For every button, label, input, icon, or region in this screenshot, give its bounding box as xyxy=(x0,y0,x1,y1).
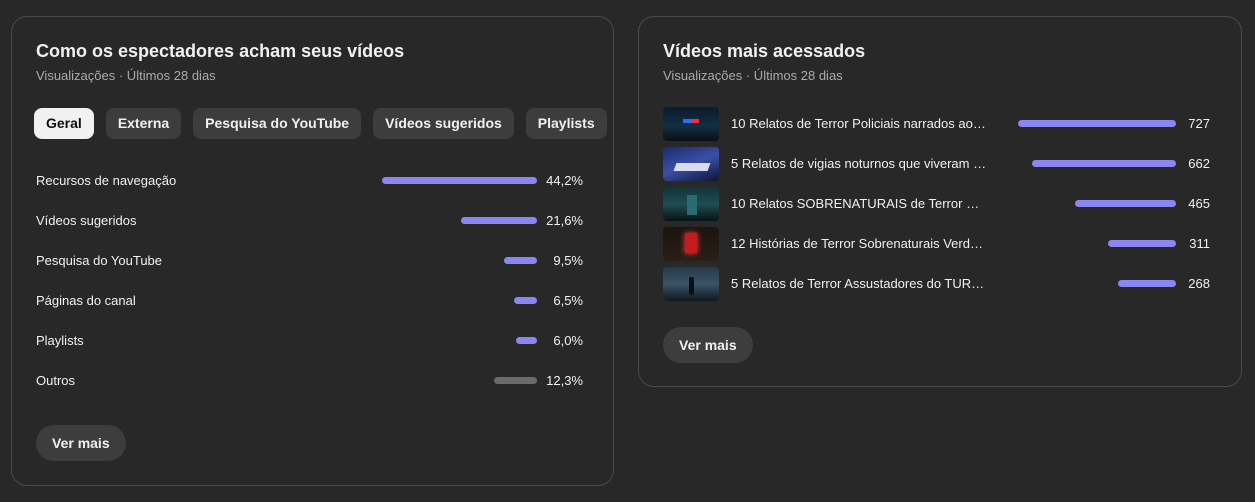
top-videos-title: Vídeos mais acessados xyxy=(663,41,866,61)
video-thumbnail[interactable] xyxy=(663,267,719,301)
video-thumbnail[interactable] xyxy=(663,227,719,261)
traffic-source-label: Vídeos sugeridos xyxy=(36,213,137,228)
traffic-source-label: Outros xyxy=(36,373,76,388)
video-thumbnail[interactable] xyxy=(663,107,719,141)
tab-geral[interactable]: Geral xyxy=(34,108,94,139)
traffic-source-row: Outros 12,3% xyxy=(36,371,583,391)
tab-externa[interactable]: Externa xyxy=(105,108,182,139)
video-views: 311 xyxy=(1189,236,1210,251)
top-videos-card: Vídeos mais acessados Visualizações · Úl… xyxy=(638,16,1242,387)
video-views-bar xyxy=(1108,240,1176,247)
video-views: 727 xyxy=(1188,116,1210,131)
traffic-source-bar xyxy=(461,217,537,224)
traffic-source-value: 9,5% xyxy=(553,253,583,268)
video-title[interactable]: 12 Histórias de Terror Sobrenaturais Ver… xyxy=(731,236,987,251)
video-views-bar xyxy=(1018,120,1176,127)
traffic-tabs: Geral Externa Pesquisa do YouTube Vídeos… xyxy=(34,108,607,139)
traffic-see-more-button[interactable]: Ver mais xyxy=(36,425,126,461)
top-videos-see-more-button[interactable]: Ver mais xyxy=(663,327,753,363)
tab-videos-sugeridos[interactable]: Vídeos sugeridos xyxy=(373,108,514,139)
video-title[interactable]: 10 Relatos SOBRENATURAIS de Terror Veríd… xyxy=(731,196,987,211)
traffic-source-row: Vídeos sugeridos 21,6% xyxy=(36,211,583,231)
traffic-source-label: Recursos de navegação xyxy=(36,173,177,188)
top-videos-subtitle: Visualizações · Últimos 28 dias xyxy=(663,68,843,83)
traffic-source-bar xyxy=(494,377,537,384)
video-row[interactable]: 12 Histórias de Terror Sobrenaturais Ver… xyxy=(663,227,1210,261)
video-title[interactable]: 5 Relatos de vigias noturnos que viveram… xyxy=(731,156,987,171)
traffic-sources-card: Como os espectadores acham seus vídeos V… xyxy=(11,16,614,486)
traffic-source-value: 12,3% xyxy=(546,373,583,388)
video-views: 465 xyxy=(1188,196,1210,211)
traffic-card-subtitle: Visualizações · Últimos 28 dias xyxy=(36,68,216,83)
video-views-bar xyxy=(1032,160,1176,167)
video-thumbnail[interactable] xyxy=(663,147,719,181)
traffic-source-bar xyxy=(382,177,537,184)
tab-pesquisa-youtube[interactable]: Pesquisa do YouTube xyxy=(193,108,362,139)
traffic-source-bar xyxy=(516,337,537,344)
traffic-source-row: Playlists 6,0% xyxy=(36,331,583,351)
traffic-source-label: Playlists xyxy=(36,333,84,348)
traffic-source-value: 6,5% xyxy=(553,293,583,308)
traffic-card-title: Como os espectadores acham seus vídeos xyxy=(36,41,405,61)
tab-playlists[interactable]: Playlists xyxy=(525,108,607,139)
traffic-source-label: Pesquisa do YouTube xyxy=(36,253,163,268)
video-title[interactable]: 5 Relatos de Terror Assustadores do TURN… xyxy=(731,276,987,291)
traffic-source-row: Pesquisa do YouTube 9,5% xyxy=(36,251,583,271)
video-title[interactable]: 10 Relatos de Terror Policiais narrados … xyxy=(731,116,987,131)
video-views: 268 xyxy=(1188,276,1210,291)
traffic-source-bar xyxy=(504,257,537,264)
traffic-source-row: Páginas do canal 6,5% xyxy=(36,291,583,311)
traffic-source-label: Páginas do canal xyxy=(36,293,136,308)
traffic-source-value: 44,2% xyxy=(546,173,583,188)
video-row[interactable]: 5 Relatos de vigias noturnos que viveram… xyxy=(663,147,1210,181)
video-row[interactable]: 10 Relatos de Terror Policiais narrados … xyxy=(663,107,1210,141)
traffic-source-row: Recursos de navegação 44,2% xyxy=(36,171,583,191)
video-row[interactable]: 5 Relatos de Terror Assustadores do TURN… xyxy=(663,267,1210,301)
video-views-bar xyxy=(1118,280,1176,287)
traffic-source-bar xyxy=(514,297,537,304)
traffic-source-value: 21,6% xyxy=(546,213,583,228)
video-views-bar xyxy=(1075,200,1176,207)
video-row[interactable]: 10 Relatos SOBRENATURAIS de Terror Veríd… xyxy=(663,187,1210,221)
video-thumbnail[interactable] xyxy=(663,187,719,221)
video-views: 662 xyxy=(1188,156,1210,171)
traffic-source-value: 6,0% xyxy=(553,333,583,348)
